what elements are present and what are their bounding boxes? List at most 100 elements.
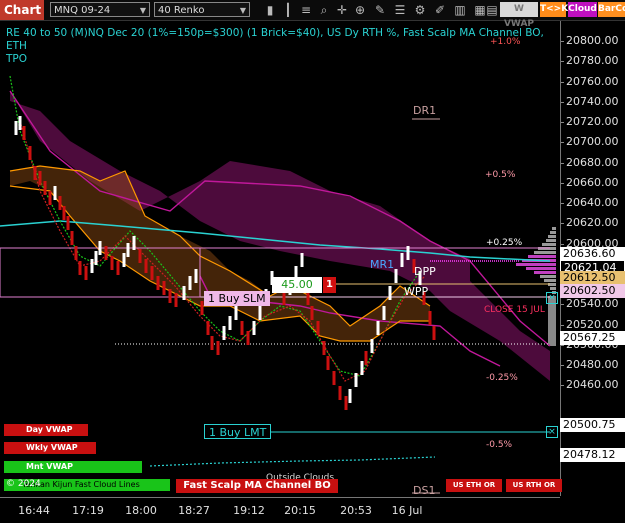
renko-brick-down [66,216,70,230]
renko-brick-up [258,306,262,320]
tag-20636: 20636.60 [560,247,625,261]
candle-icon[interactable]: ┃ [280,2,296,18]
renko-brick-down [428,311,432,325]
time-tick-label: 20:53 [340,504,372,517]
order-qty-badge[interactable]: 1 [323,277,336,293]
renko-brick-up [300,253,304,267]
time-tick-label: 18:27 [178,504,210,517]
barco-button[interactable]: BarCo [598,2,625,17]
renko-brick-up [370,339,374,353]
draw-icon[interactable]: ✎ [372,2,388,18]
renko-brick-up [382,306,386,320]
time-axis[interactable]: 16:44 17:19 18:00 18:27 19:12 20:15 20:53 16 Ju… [0,497,560,523]
bar-type-icon[interactable]: ≡ [298,2,314,18]
bars-icon[interactable]: ▥ [452,2,468,18]
magnify-icon[interactable]: ⌕ [316,2,332,18]
price-tick-label: 20620.00 [566,216,619,230]
cancel-slm-close-icon[interactable]: × [546,292,558,304]
price-tick-label: 20460.00 [566,378,619,392]
renko-brick-down [306,291,310,305]
chart-tab[interactable]: Chart [0,0,44,20]
renko-brick-down [246,331,250,345]
renko-brick-down [84,266,88,280]
time-tick-label: 16 Jul [391,504,423,517]
price-tick-mark [561,61,564,63]
renko-brick-down [70,231,74,245]
renko-brick-up [228,316,232,330]
buy-slm-order[interactable]: 1 Buy SLM [204,291,270,306]
bar-chart-icon[interactable]: ▮ [262,2,278,18]
instrument-selector[interactable]: MNQ 09-24 ▼ [50,2,150,17]
chart-window: Chart MNQ 09-24 ▼ 40 Renko ▼ ▮ ┃ ≡ ⌕ ✛ ⊕… [0,0,625,523]
wkly-vwap-legend: Wkly VWAP [4,442,96,454]
pct-minus-05-label: -0.5% [486,440,513,450]
tpo-bar [552,227,556,230]
renko-brick-down [33,166,37,180]
renko-brick-down [22,126,26,140]
cloud-button[interactable]: Cloud [568,2,597,17]
pct-plus-05-label: +0.5% [485,170,516,180]
grid-icon[interactable]: ▤ [484,2,500,18]
tpo-bar [534,251,556,254]
w-vwap-button[interactable]: W VWAP [500,2,538,29]
renko-brick-up [354,373,358,387]
renko-brick-down [116,261,120,275]
renko-brick-down [58,196,62,210]
renko-brick-up [406,246,410,260]
bar-type-selector[interactable]: 40 Renko ▼ [154,2,250,17]
tpo-bar [548,235,556,238]
time-tick-label: 18:00 [125,504,157,517]
price-tick-mark [561,304,564,306]
time-tick-label: 17:19 [72,504,104,517]
order-price-box[interactable]: 45.00 [272,277,322,293]
chart-title: RE 40 to 50 (M)NQ Dec 20 (1%=150p=$300) … [6,27,561,66]
tpo-bar [528,255,556,258]
price-tick-label: 20640.00 [566,196,619,209]
price-tick-mark [561,385,564,387]
crosshair-icon[interactable]: ✛ [334,2,350,18]
price-tick-label: 20720.00 [566,115,619,128]
renko-brick-down [282,291,286,305]
renko-brick-down [206,321,210,335]
tk-button[interactable]: T<>K [540,2,568,17]
buy-lmt-order[interactable]: 1 Buy LMT [204,424,272,439]
price-tick-mark [561,142,564,144]
renko-brick-down [38,171,42,185]
pencil-icon[interactable]: ✐ [432,2,448,18]
mr1-label: MR1 [370,258,395,271]
us-eth-or-legend: US ETH OR [446,479,502,492]
price-tick-label: 20680.00 [566,155,619,169]
strategy-icon[interactable]: ⚙ [412,2,428,18]
dr1-label: DR1 [413,104,437,117]
renko-brick-down [150,266,154,280]
price-tick-label: 20520.00 [566,317,619,331]
price-tick-mark [561,122,564,123]
renko-brick-down [162,281,166,295]
price-tick-mark [561,223,564,225]
price-tick-label: 20760.00 [566,74,619,88]
renko-brick-down [240,321,244,335]
time-tick-label: 16:44 [18,504,50,517]
renko-brick-up [98,241,102,255]
tag-20478: 20478.12 [560,448,625,462]
properties-icon[interactable]: ☰ [392,2,408,18]
cancel-lmt-close-icon[interactable]: × [546,426,558,438]
zoom-icon[interactable]: ⊕ [352,2,368,18]
pct-minus-025-label: -0.25% [486,373,518,383]
renko-brick-down [310,306,314,320]
us-rth-or-legend: US RTH OR [506,479,562,492]
renko-brick-up [400,253,404,267]
renko-brick-down [168,289,172,303]
pct-plus-025-label: +0.25% [486,238,523,248]
tag-20602: 20602.50 [560,284,625,298]
price-tick-mark [561,81,564,83]
cyan-dotted-line [149,456,436,467]
renko-brick-up [234,306,238,320]
price-tick-mark [561,243,564,245]
pct-plus-1-label: +1.0% [490,37,521,47]
tpo-bar [526,267,556,270]
renko-brick-up [376,321,380,335]
tpo-bar [542,243,556,246]
time-tick-label: 19:12 [233,504,265,517]
renko-brick-up [360,361,364,375]
